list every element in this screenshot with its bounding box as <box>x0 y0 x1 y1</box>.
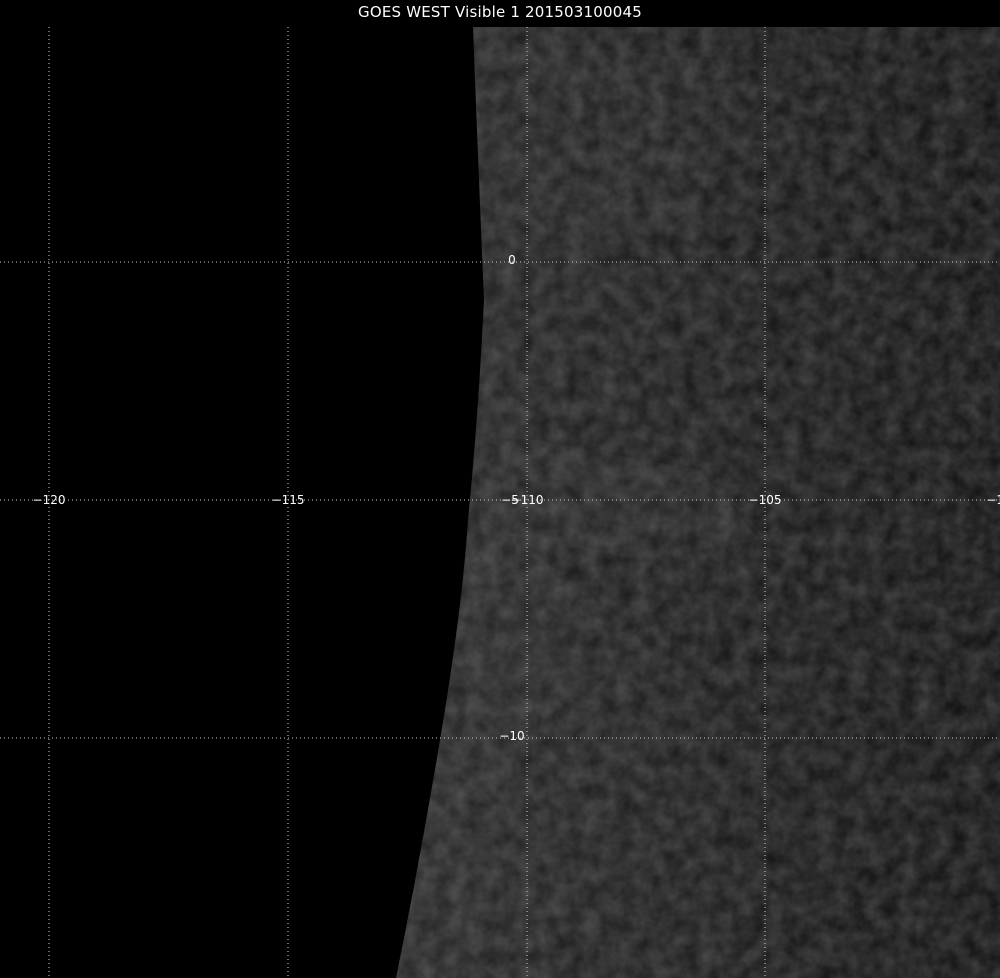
satellite-map: −120−115−110−105−10−5−10 <box>0 27 1000 978</box>
latitude-label-1: −5 <box>501 493 519 507</box>
satellite-view: −120−115−110−105−10−5−10 GOES WEST Visib… <box>0 0 1000 978</box>
image-title: GOES WEST Visible 1 201503100045 <box>358 3 642 21</box>
satellite-imagery <box>396 27 1000 978</box>
longitude-label-3: −105 <box>749 493 782 507</box>
longitude-label-1: −115 <box>272 493 305 507</box>
latitude-label-0: 0 <box>508 253 516 267</box>
longitude-label-0: −120 <box>33 493 66 507</box>
longitude-label-4: −1 <box>986 493 1000 507</box>
latitude-label-2: −10 <box>499 729 524 743</box>
